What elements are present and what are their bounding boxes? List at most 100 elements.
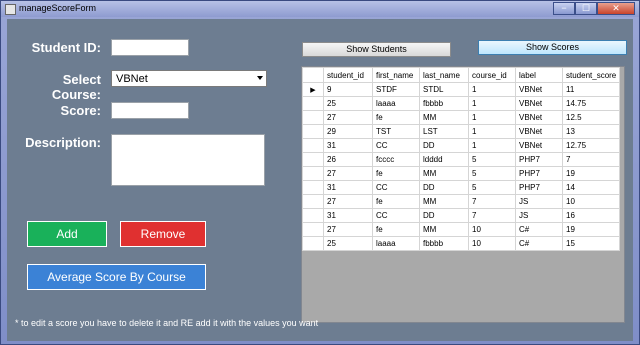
table-cell[interactable]: MM (419, 110, 469, 125)
student-id-input[interactable] (111, 39, 189, 56)
table-cell[interactable]: TST (372, 124, 420, 139)
table-cell[interactable]: MM (419, 222, 469, 237)
show-scores-button[interactable]: Show Scores (478, 40, 627, 55)
add-button[interactable]: Add (27, 221, 107, 247)
column-header[interactable]: last_name (419, 67, 469, 83)
table-row[interactable]: 27 fe MM 7 JS 10 (302, 194, 621, 209)
show-students-button[interactable]: Show Students (302, 42, 451, 57)
score-input[interactable] (111, 102, 189, 119)
table-cell[interactable]: 15 (561, 236, 621, 251)
table-cell[interactable]: C# (515, 222, 563, 237)
table-cell[interactable]: fbbbb (419, 96, 469, 111)
table-cell[interactable]: fbbbb (419, 236, 469, 251)
row-header[interactable]: ▶ (302, 82, 324, 97)
table-cell[interactable]: 27 (323, 194, 373, 209)
table-cell[interactable]: ldddd (419, 152, 469, 167)
column-header[interactable]: student_score (561, 67, 621, 83)
table-cell[interactable]: 25 (323, 236, 373, 251)
row-header[interactable] (302, 152, 324, 167)
table-cell[interactable]: LST (419, 124, 469, 139)
table-cell[interactable]: PHP7 (515, 166, 563, 181)
table-cell[interactable]: VBNet (515, 124, 563, 139)
row-header[interactable] (302, 124, 324, 139)
table-row[interactable]: 27 fe MM 10 C# 19 (302, 222, 621, 237)
table-cell[interactable]: VBNet (515, 138, 563, 153)
column-header[interactable]: student_id (323, 67, 373, 83)
average-score-button[interactable]: Average Score By Course (27, 264, 206, 290)
column-header[interactable]: first_name (372, 67, 420, 83)
table-row[interactable]: 31 CC DD 1 VBNet 12.75 (302, 138, 621, 153)
table-cell[interactable]: PHP7 (515, 180, 563, 195)
table-cell[interactable]: 14 (561, 180, 621, 195)
table-cell[interactable]: laaaa (372, 96, 420, 111)
table-cell[interactable]: STDL (419, 82, 469, 97)
table-cell[interactable]: 1 (468, 124, 516, 139)
table-cell[interactable]: 10 (561, 194, 621, 209)
close-button[interactable]: ✕ (597, 2, 635, 15)
table-cell[interactable]: 27 (323, 166, 373, 181)
table-cell[interactable]: 11 (561, 82, 621, 97)
column-header[interactable]: course_id (468, 67, 516, 83)
table-cell[interactable]: 31 (323, 138, 373, 153)
row-header[interactable] (302, 194, 324, 209)
table-cell[interactable]: 7 (561, 152, 621, 167)
table-row[interactable]: 26 fcccc ldddd 5 PHP7 7 (302, 152, 621, 167)
chevron-down-icon[interactable] (257, 76, 263, 80)
row-header[interactable] (302, 96, 324, 111)
table-cell[interactable]: CC (372, 208, 420, 223)
table-row[interactable]: 25 laaaa fbbbb 1 VBNet 14.75 (302, 96, 621, 111)
table-cell[interactable]: fe (372, 110, 420, 125)
table-cell[interactable]: DD (419, 138, 469, 153)
table-cell[interactable]: 5 (468, 166, 516, 181)
table-cell[interactable]: 10 (468, 222, 516, 237)
table-row[interactable]: 29 TST LST 1 VBNet 13 (302, 124, 621, 139)
table-cell[interactable]: fe (372, 194, 420, 209)
table-cell[interactable]: MM (419, 166, 469, 181)
maximize-button[interactable]: ☐ (575, 2, 597, 15)
table-cell[interactable]: 31 (323, 208, 373, 223)
table-cell[interactable]: CC (372, 138, 420, 153)
table-cell[interactable]: 29 (323, 124, 373, 139)
table-cell[interactable]: 7 (468, 194, 516, 209)
table-cell[interactable]: 14.75 (561, 96, 621, 111)
table-cell[interactable]: 5 (468, 180, 516, 195)
table-cell[interactable]: STDF (372, 82, 420, 97)
table-cell[interactable]: VBNet (515, 82, 563, 97)
table-cell[interactable]: 1 (468, 96, 516, 111)
table-cell[interactable]: 1 (468, 138, 516, 153)
row-header[interactable] (302, 222, 324, 237)
table-cell[interactable]: 1 (468, 82, 516, 97)
table-cell[interactable]: fe (372, 222, 420, 237)
table-row[interactable]: 27 fe MM 5 PHP7 19 (302, 166, 621, 181)
table-cell[interactable]: fe (372, 166, 420, 181)
table-cell[interactable]: 27 (323, 110, 373, 125)
table-cell[interactable]: 19 (561, 166, 621, 181)
table-row[interactable]: 31 CC DD 5 PHP7 14 (302, 180, 621, 195)
table-cell[interactable]: 25 (323, 96, 373, 111)
course-select[interactable]: VBNet (111, 70, 267, 87)
table-row[interactable]: 25 laaaa fbbbb 10 C# 15 (302, 236, 621, 251)
title-bar[interactable]: manageScoreForm − ☐ ✕ (1, 1, 639, 17)
table-cell[interactable]: C# (515, 236, 563, 251)
table-cell[interactable]: JS (515, 194, 563, 209)
description-textarea[interactable] (111, 134, 265, 186)
table-cell[interactable]: 13 (561, 124, 621, 139)
table-row[interactable]: 27 fe MM 1 VBNet 12.5 (302, 110, 621, 125)
table-cell[interactable]: MM (419, 194, 469, 209)
table-row[interactable]: 31 CC DD 7 JS 16 (302, 208, 621, 223)
row-header[interactable] (302, 110, 324, 125)
table-cell[interactable]: 1 (468, 110, 516, 125)
table-cell[interactable]: 7 (468, 208, 516, 223)
table-cell[interactable]: 12.5 (561, 110, 621, 125)
row-header[interactable] (302, 166, 324, 181)
scores-grid[interactable]: student_id first_name last_name course_i… (301, 66, 625, 323)
minimize-button[interactable]: − (553, 2, 575, 15)
table-cell[interactable]: DD (419, 208, 469, 223)
table-cell[interactable]: 9 (323, 82, 373, 97)
remove-button[interactable]: Remove (120, 221, 206, 247)
table-cell[interactable]: VBNet (515, 96, 563, 111)
table-cell[interactable]: fcccc (372, 152, 420, 167)
table-cell[interactable]: 5 (468, 152, 516, 167)
table-cell[interactable]: 27 (323, 222, 373, 237)
table-cell[interactable]: 26 (323, 152, 373, 167)
